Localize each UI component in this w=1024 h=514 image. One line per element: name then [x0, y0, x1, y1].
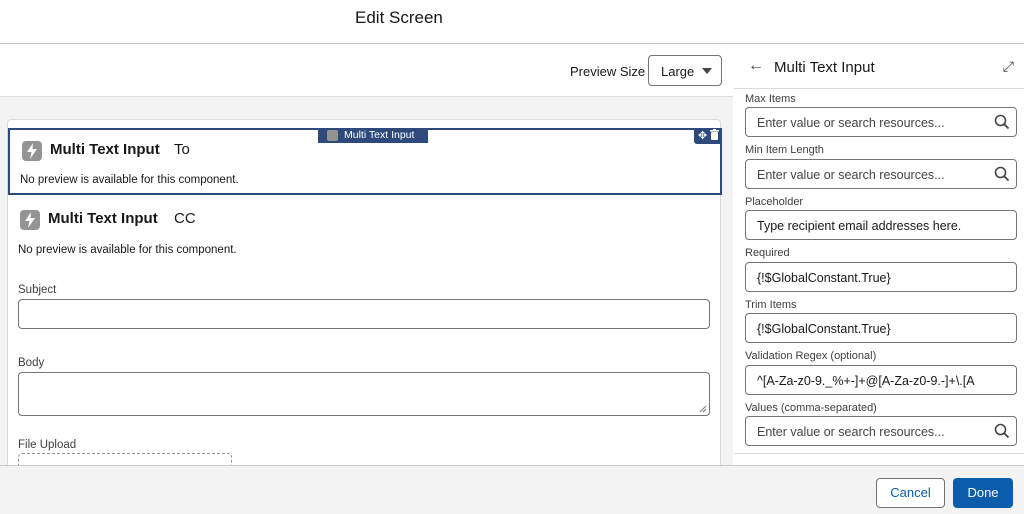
- expand-icon[interactable]: ⤢: [1003, 58, 1014, 75]
- screen-canvas-pane: Preview Size Large Multi Text Input ✥ Mu…: [0, 44, 733, 465]
- done-button[interactable]: Done: [953, 478, 1013, 508]
- values-placeholder: Enter value or search resources...: [757, 425, 945, 439]
- trim-items-input[interactable]: {!$GlobalConstant.True}: [745, 313, 1017, 343]
- max-items-input[interactable]: Enter value or search resources...: [745, 107, 1017, 137]
- prop-label-required: Required: [745, 247, 790, 259]
- prop-label-placeholder: Placeholder: [745, 196, 804, 208]
- chevron-down-icon: [702, 68, 712, 74]
- preview-toolbar: Preview Size Large: [0, 44, 733, 97]
- component-label: To: [174, 141, 190, 158]
- placeholder-input[interactable]: Type recipient email addresses here.: [745, 210, 1017, 240]
- no-preview-note: No preview is available for this compone…: [20, 174, 239, 186]
- canvas-area: Multi Text Input ✥ Multi Text Input To N…: [0, 97, 733, 465]
- body-label: Body: [18, 357, 45, 369]
- back-arrow-icon[interactable]: ←: [748, 57, 764, 75]
- component-multi-text-to[interactable]: Multi Text Input ✥ Multi Text Input To N…: [8, 128, 722, 195]
- properties-panel: ← Multi Text Input ⤢ Max Items Enter val…: [734, 44, 1024, 465]
- prop-label-validation-regex: Validation Regex (optional): [745, 350, 877, 362]
- prop-label-min-item-length: Min Item Length: [745, 144, 824, 156]
- subject-label: Subject: [18, 284, 57, 296]
- validation-regex-value: ^[A-Za-z0-9._%+-]+@[A-Za-z0-9.-]+\.[A: [757, 374, 975, 388]
- lightning-icon: [20, 210, 40, 230]
- prop-label-max-items: Max Items: [745, 93, 796, 105]
- lightning-icon: [22, 141, 42, 161]
- min-item-length-input[interactable]: Enter value or search resources...: [745, 159, 1017, 189]
- move-icon[interactable]: ✥: [698, 129, 707, 142]
- preview-size-label: Preview Size: [570, 64, 646, 79]
- validation-regex-input[interactable]: ^[A-Za-z0-9._%+-]+@[A-Za-z0-9.-]+\.[A: [745, 365, 1017, 395]
- min-item-length-placeholder: Enter value or search resources...: [757, 168, 945, 182]
- required-value: {!$GlobalConstant.True}: [757, 271, 891, 285]
- file-drop-zone[interactable]: [18, 453, 232, 465]
- lightning-icon: [327, 130, 338, 141]
- subject-field[interactable]: [18, 299, 710, 329]
- cancel-button[interactable]: Cancel: [876, 478, 945, 508]
- max-items-placeholder: Enter value or search resources...: [757, 116, 945, 130]
- search-icon: [994, 423, 1010, 439]
- values-input[interactable]: Enter value or search resources...: [745, 416, 1017, 446]
- component-multi-text-cc[interactable]: Multi Text Input CC No preview is availa…: [8, 198, 722, 268]
- prop-label-trim-items: Trim Items: [745, 299, 797, 311]
- preview-size-value: Large: [661, 64, 695, 79]
- component-type: Multi Text Input: [48, 210, 158, 227]
- search-icon: [994, 166, 1010, 182]
- trim-items-value: {!$GlobalConstant.True}: [757, 322, 891, 336]
- modal-header: Edit Screen: [0, 0, 1024, 44]
- file-upload-label: File Upload: [18, 439, 77, 451]
- modal-footer: Cancel Done: [0, 465, 1024, 514]
- selected-component-tag: Multi Text Input: [318, 128, 428, 143]
- body-textarea[interactable]: [18, 372, 710, 416]
- page-title: Edit Screen: [355, 8, 443, 27]
- component-type: Multi Text Input: [50, 141, 160, 158]
- panel-header: ← Multi Text Input ⤢: [734, 44, 1024, 89]
- properties-list: Max Items Enter value or search resource…: [734, 89, 1024, 453]
- delete-icon[interactable]: [710, 129, 719, 143]
- placeholder-value: Type recipient email addresses here.: [757, 219, 962, 233]
- panel-divider: [734, 453, 1024, 454]
- search-icon: [994, 114, 1010, 130]
- component-tools: ✥: [694, 128, 722, 144]
- prop-label-values: Values (comma-separated): [745, 402, 877, 414]
- screen-card: Multi Text Input ✥ Multi Text Input To N…: [7, 119, 722, 465]
- component-label: CC: [174, 210, 196, 227]
- selected-component-tag-label: Multi Text Input: [344, 129, 415, 141]
- resize-handle-icon[interactable]: [699, 405, 707, 413]
- panel-title: Multi Text Input: [774, 59, 875, 76]
- no-preview-note: No preview is available for this compone…: [18, 244, 237, 256]
- required-input[interactable]: {!$GlobalConstant.True}: [745, 262, 1017, 292]
- preview-size-select[interactable]: Large: [648, 55, 722, 86]
